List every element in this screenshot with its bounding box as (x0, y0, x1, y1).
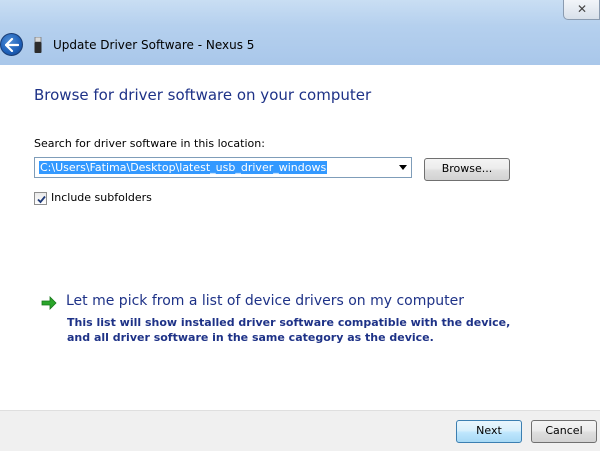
back-button[interactable] (0, 33, 23, 56)
page-heading: Browse for driver software on your compu… (34, 86, 372, 104)
include-subfolders-checkbox[interactable] (34, 192, 47, 205)
driver-path-value: C:\Users\Fatima\Desktop\latest_usb_drive… (39, 161, 328, 174)
chevron-down-icon[interactable] (399, 165, 407, 170)
close-icon: ✕ (577, 2, 588, 16)
include-subfolders-label[interactable]: Include subfolders (51, 191, 152, 204)
driver-path-combobox[interactable]: C:\Users\Fatima\Desktop\latest_usb_drive… (34, 157, 412, 178)
next-button[interactable]: Next (456, 420, 522, 443)
window-title: Update Driver Software - Nexus 5 (53, 38, 255, 52)
search-location-label: Search for driver software in this locat… (34, 137, 265, 150)
green-arrow-icon (41, 296, 57, 310)
arrow-left-icon (5, 38, 19, 52)
window-close-button[interactable]: ✕ (563, 0, 600, 20)
usb-device-icon (34, 37, 42, 53)
pick-from-list-link[interactable]: Let me pick from a list of device driver… (66, 293, 464, 310)
checkmark-icon (37, 195, 46, 204)
cancel-button[interactable]: Cancel (531, 420, 597, 443)
browse-button[interactable]: Browse... (424, 158, 510, 181)
title-bar (0, 0, 600, 65)
pick-from-list-description: This list will show installed driver sof… (67, 316, 511, 344)
